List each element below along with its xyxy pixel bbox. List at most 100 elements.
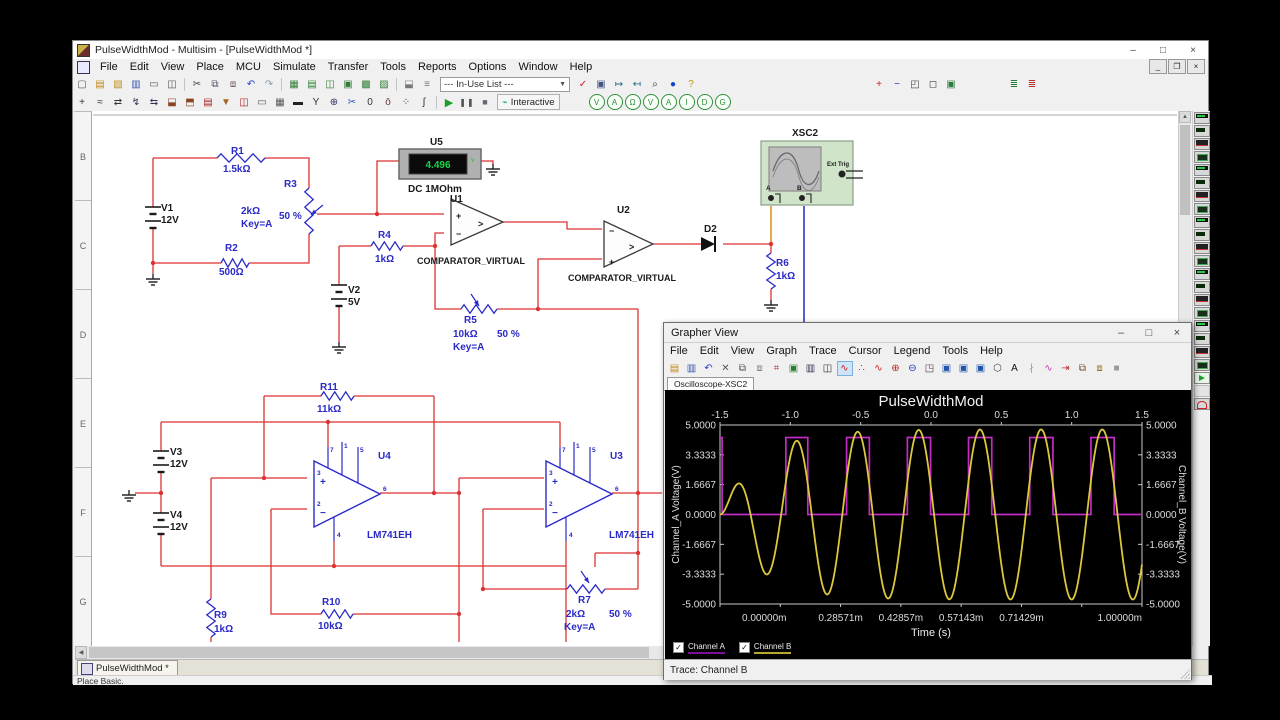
probe-current-peak-icon[interactable]: A [661,94,677,110]
net-names-icon[interactable]: ⁘ [398,95,414,110]
copy-graph-icon[interactable]: ⧉ [1075,361,1091,376]
menu-transfer[interactable]: Transfer [322,61,375,73]
frequency-counter-icon[interactable] [1194,190,1210,202]
menu-edit[interactable]: Edit [124,61,155,73]
back-annotate-icon[interactable]: ↤ [629,77,645,92]
run-simulation-button[interactable]: ▶ [441,95,457,109]
probe-current-icon[interactable]: A [607,94,623,110]
open-file-icon[interactable]: ▤ [92,77,108,92]
zoom-area-icon[interactable]: ◰ [907,77,923,92]
menu-mcu[interactable]: MCU [230,61,267,73]
zoom-out-icon[interactable]: ⊖ [905,361,921,376]
resize-grip[interactable] [1180,669,1190,679]
place-connector-icon[interactable]: ↯ [128,95,144,110]
dc-op-icon[interactable]: ō [380,95,396,110]
grapher-menu-trace[interactable]: Trace [803,345,843,357]
zoom-restore-icon[interactable]: ▣ [939,361,955,376]
labview-instrument-icon[interactable] [1194,359,1210,371]
tab-oscilloscope-xsc2[interactable]: Oscilloscope-XSC2 [667,377,754,390]
zoom-in-icon[interactable]: ⊕ [888,361,904,376]
interactive-dropdown[interactable]: ⌁ Interactive [497,94,560,110]
probe-ref-icon[interactable]: I [679,94,695,110]
save-icon[interactable]: ▥ [128,77,144,92]
probe-digital-icon[interactable]: D [697,94,713,110]
hex-display-icon[interactable]: ▦ [272,95,288,110]
zero-marker-icon[interactable]: 0 [362,95,378,110]
cut-icon[interactable]: ✂ [189,77,205,92]
zoom-area-icon[interactable]: ◳ [922,361,938,376]
scroll-left-icon[interactable]: ◀ [75,646,87,659]
help-icon[interactable]: ? [683,77,699,92]
pause-simulation-button[interactable]: ❚❚ [459,95,475,109]
transfer-icon[interactable]: ⊕ [326,95,342,110]
probe-y-icon[interactable]: Y [308,95,324,110]
redo-icon[interactable]: ↷ [261,77,277,92]
close-button[interactable]: × [1178,41,1208,59]
grapher-menu-edit[interactable]: Edit [694,345,725,357]
paste-icon[interactable]: ⧈ [225,77,241,92]
tab-pulsewidthmod[interactable]: PulseWidthMod * [77,660,178,676]
menu-reports[interactable]: Reports [412,61,463,73]
virtual-component-icon[interactable]: ◫ [236,95,252,110]
scroll-up-icon[interactable]: ▲ [1179,111,1191,123]
place-hier-block-icon[interactable]: ⇆ [146,95,162,110]
mdi-minimize-button[interactable]: _ [1149,59,1167,74]
cursors-icon[interactable]: ∤ [1024,361,1040,376]
minimize-button[interactable]: – [1118,41,1148,59]
grapher-menu-cursor[interactable]: Cursor [843,345,888,357]
grapher-maximize-button[interactable]: □ [1135,323,1163,342]
place-multipage-icon[interactable]: ⬒ [182,95,198,110]
menu-place[interactable]: Place [190,61,230,73]
cut-region-icon[interactable]: ✂ [344,95,360,110]
line-chart-icon[interactable]: ∿ [837,361,853,376]
probe-voltage-peak-icon[interactable]: V [643,94,659,110]
black-box-icon[interactable]: ▬ [290,95,306,110]
design-toolbox-icon[interactable]: ▦ [286,77,302,92]
grapher-menu-graph[interactable]: Graph [760,345,803,357]
menu-options[interactable]: Options [463,61,513,73]
network-analyzer-icon[interactable] [1194,281,1210,293]
distortion-analyzer-icon[interactable] [1194,255,1210,267]
tektronix-oscilloscope-icon[interactable] [1194,333,1210,345]
export-icon[interactable]: ⧈ [1092,361,1108,376]
open-icon[interactable]: ▤ [667,361,683,376]
fullscreen-icon[interactable]: ▣ [943,77,959,92]
oscilloscope-icon[interactable] [1194,151,1210,163]
bus-vector-icon[interactable]: ≡ [419,77,435,92]
grapher-icon[interactable]: ▩ [358,77,374,92]
copy-icon[interactable]: ⧉ [207,77,223,92]
wattmeter-icon[interactable] [1194,138,1210,150]
spreadsheet-bar-icon[interactable]: ≣ [1024,77,1040,92]
horizontal-scroll-thumb[interactable] [89,647,649,658]
erc-check-icon[interactable]: ✓ [575,77,591,92]
line-scatter-icon[interactable]: ∿ [871,361,887,376]
place-graphics-icon[interactable]: ▭ [254,95,270,110]
place-comment-icon[interactable]: ▤ [200,95,216,110]
grapher-menu-tools[interactable]: Tools [936,345,974,357]
copy-icon[interactable]: ⧉ [735,361,751,376]
grapher-menu-legend[interactable]: Legend [888,345,937,357]
hierarchy-icon[interactable]: ⬓ [401,77,417,92]
grapher-menu-view[interactable]: View [725,345,761,357]
menu-file[interactable]: File [94,61,124,73]
hand-icon[interactable]: ⬡ [990,361,1006,376]
place-junction-icon[interactable]: ⇄ [110,95,126,110]
in-use-list-dropdown[interactable]: --- In-Use List --- ▼ [440,77,570,92]
find-icon[interactable]: ⌕ [647,77,663,92]
text-icon[interactable]: A [1007,361,1023,376]
save-icon[interactable]: ▥ [684,361,700,376]
forward-annotate-icon[interactable]: ↦ [611,77,627,92]
zoom-fit-icon[interactable]: ◻ [925,77,941,92]
page-properties-icon[interactable]: ▣ [786,361,802,376]
breadboard-icon[interactable]: ▣ [340,77,356,92]
capture-annotate-icon[interactable]: ▣ [593,77,609,92]
measurement-probe-icon[interactable] [1194,372,1210,384]
channel-a-checkbox[interactable]: ✓ [673,642,684,653]
agilent-function-generator-icon[interactable] [1194,294,1210,306]
mdi-restore-button[interactable]: ❐ [1168,59,1186,74]
grapher-menu-help[interactable]: Help [974,345,1009,357]
menu-simulate[interactable]: Simulate [267,61,322,73]
undo-icon[interactable]: ↶ [701,361,717,376]
undo-icon[interactable]: ↶ [243,77,259,92]
vertical-scroll-thumb[interactable] [1180,125,1190,215]
